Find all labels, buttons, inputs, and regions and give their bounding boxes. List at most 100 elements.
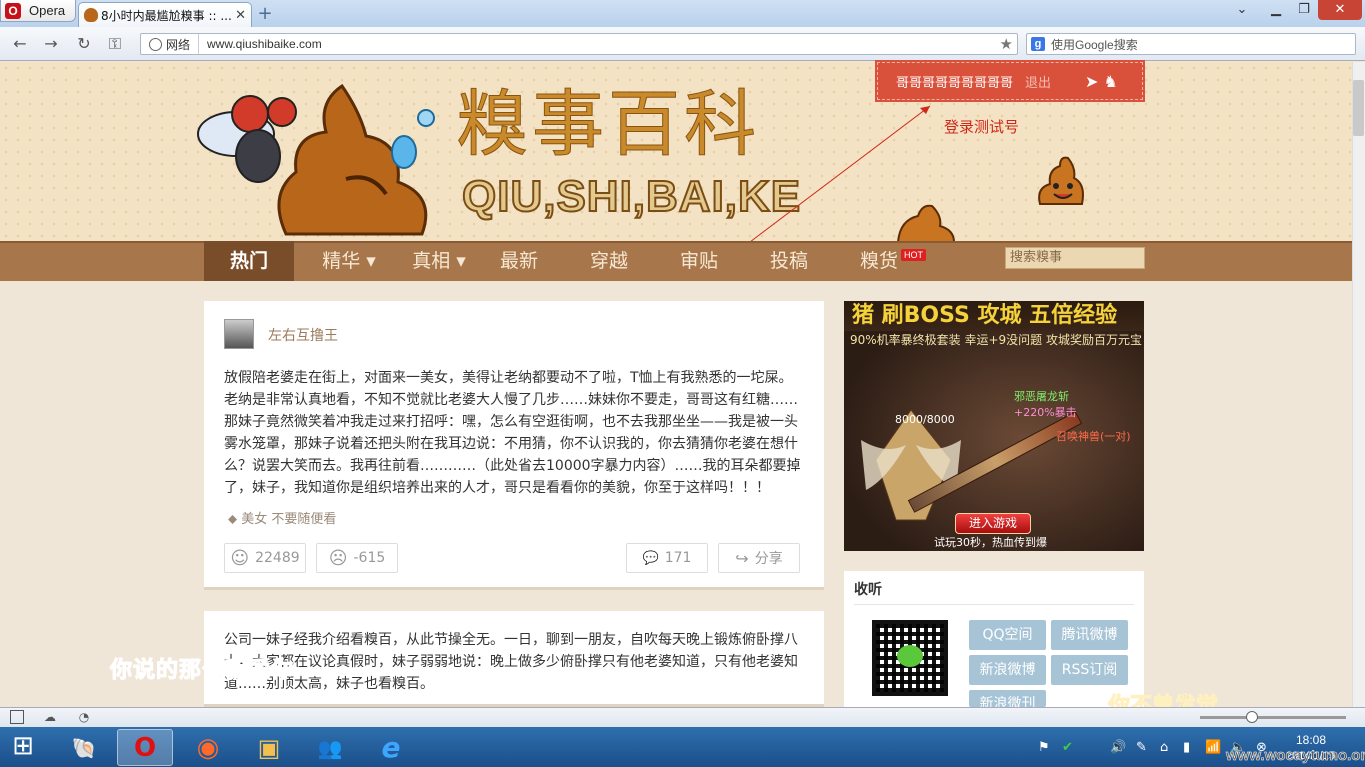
nav-review[interactable]: 审贴 xyxy=(654,241,744,281)
start-button[interactable]: ⊞ xyxy=(8,731,38,761)
ad-hp-text: 8000/8000 xyxy=(895,413,955,426)
logout-link[interactable]: 退出 xyxy=(1025,72,1051,91)
tray-flag-icon[interactable]: ⚑ xyxy=(1038,740,1050,755)
annotation-arrow xyxy=(749,105,931,243)
taskbar-app-explorer[interactable]: ▣ xyxy=(241,729,297,766)
ad-footer: 试玩30秒，热血传到爆 xyxy=(934,536,1047,549)
follow-sina-weibo-button[interactable]: 新浪微博 xyxy=(969,655,1046,685)
bookmark-star-icon[interactable]: ★ xyxy=(1000,35,1013,53)
ad-headline: 猪 刷BOSS 攻城 五倍经验 xyxy=(844,301,1144,331)
tag-list[interactable]: 美女 不要随便看 xyxy=(241,512,336,527)
minimize-button[interactable]: ▁ xyxy=(1262,0,1290,20)
share-button[interactable]: ↪ 分享 xyxy=(718,543,800,573)
divider xyxy=(854,604,1134,605)
comment-icon: 💬 xyxy=(642,550,659,566)
search-placeholder: 使用Google搜索 xyxy=(1051,37,1138,52)
taskbar-app-contacts[interactable]: 👥 xyxy=(302,729,358,766)
small-mascot-icon xyxy=(1038,156,1084,205)
google-icon[interactable]: g xyxy=(1031,37,1045,51)
frown-icon: ☹ xyxy=(328,547,348,569)
tab-title: 8小时内最尴尬糗事 :: ... xyxy=(101,8,232,23)
zoom-slider-knob[interactable] xyxy=(1246,711,1258,723)
security-zone[interactable]: 网络 xyxy=(141,34,200,54)
follow-title: 收听 xyxy=(854,582,882,598)
nav-latest[interactable]: 最新 xyxy=(474,241,564,281)
nav-shop[interactable]: 糗货 xyxy=(834,241,924,281)
avatar[interactable] xyxy=(224,319,254,349)
comment-count: 171 xyxy=(664,550,692,566)
site-search-input[interactable]: 搜索糗事 xyxy=(1005,247,1145,269)
comment-button[interactable]: 💬 171 xyxy=(626,543,708,573)
post-content: 放假陪老婆走在街上，对面来一美女，美得让老纳都要动不了啦，T恤上有我熟悉的一坨屎… xyxy=(224,370,801,496)
new-tab-button[interactable]: + xyxy=(256,5,274,23)
ad-skill-text: +220%暴击 xyxy=(1014,406,1077,419)
username-link[interactable]: 哥哥哥哥哥哥哥哥哥 xyxy=(896,72,1013,91)
author-name[interactable]: 左右互撸王 xyxy=(268,325,338,345)
share-icon: ↪ xyxy=(735,548,749,568)
hot-badge: HOT xyxy=(901,249,926,261)
tray-pen-icon[interactable]: ✎ xyxy=(1136,740,1147,755)
nav-featured[interactable]: 精华 ▾ xyxy=(304,241,394,281)
follow-qzone-button[interactable]: QQ空间 xyxy=(969,620,1046,650)
follow-sina-kan-button[interactable]: 新浪微刊 xyxy=(969,690,1046,707)
upvote-button[interactable]: ☺ 22489 xyxy=(224,543,306,573)
nav-history[interactable]: 穿越 xyxy=(564,241,654,281)
nav-hot[interactable]: 热门 xyxy=(204,241,294,281)
user-panel: 哥哥哥哥哥哥哥哥哥 退出 ➤ ♞ xyxy=(875,60,1145,102)
browser-search-field[interactable]: g 使用Google搜索 xyxy=(1026,33,1356,55)
site-title-cn: 糗事百科 xyxy=(455,82,761,166)
opera-menu-label: Opera xyxy=(29,3,66,18)
tabs-menu-icon[interactable]: ⌄ xyxy=(1232,0,1252,20)
url-text[interactable]: www.qiushibaike.com xyxy=(199,37,322,51)
cloud-icon[interactable]: ☁ xyxy=(43,710,57,724)
zoom-slider[interactable] xyxy=(1200,716,1346,719)
close-window-button[interactable]: ✕ xyxy=(1318,0,1362,20)
address-bar[interactable]: 网络 www.qiushibaike.com ★ xyxy=(140,33,1018,55)
taskbar-app-media[interactable]: ◉ xyxy=(180,729,236,766)
security-zone-label: 网络 xyxy=(166,37,191,52)
taskbar-app-ie[interactable]: e xyxy=(363,729,419,766)
follow-tencent-weibo-button[interactable]: 腾讯微博 xyxy=(1051,620,1128,650)
clock-time[interactable]: 18:08 xyxy=(1296,733,1326,747)
share-label: 分享 xyxy=(754,551,783,567)
ad-skill-text: 召唤神兽(一对) xyxy=(1056,430,1131,443)
user-arrow-icons[interactable]: ➤ ♞ xyxy=(1085,72,1118,91)
scrollbar-thumb[interactable] xyxy=(1353,80,1364,136)
browser-status-bar xyxy=(0,707,1365,727)
post-tags: ⬥ 美女 不要随便看 xyxy=(228,508,336,527)
speed-dial-icon[interactable]: ◔ xyxy=(77,710,91,724)
tag-icon: ⬥ xyxy=(228,512,238,527)
opera-menu-button[interactable]: O Opera xyxy=(0,0,76,22)
tray-shield-icon[interactable]: ✔ xyxy=(1062,740,1073,755)
opera-logo-icon: O xyxy=(5,2,21,19)
browser-tab[interactable]: 8小时内最尴尬糗事 :: ... ✕ xyxy=(78,2,252,27)
tray-home-icon[interactable]: ⌂ xyxy=(1160,740,1168,755)
ad-subline: 90%机率暴终极套装 幸运+9没问题 攻城奖励百万元宝 xyxy=(850,333,1142,347)
panel-toggle-icon[interactable] xyxy=(10,710,24,724)
reload-button[interactable]: ↻ xyxy=(73,33,95,55)
favicon-icon xyxy=(84,8,98,22)
tray-network-icon[interactable]: 📶 xyxy=(1205,740,1221,755)
forward-button[interactable]: → xyxy=(40,33,62,55)
tab-close-icon[interactable]: ✕ xyxy=(235,8,246,23)
mascot-logo-icon xyxy=(197,84,435,236)
tray-volume-icon[interactable]: 🔊 xyxy=(1110,740,1126,755)
annotation-text: 登录测试号 xyxy=(944,118,1020,136)
upvote-count: 22489 xyxy=(255,550,300,566)
back-button[interactable]: ← xyxy=(9,33,31,55)
maximize-button[interactable]: ❐ xyxy=(1290,0,1318,20)
ad-play-button[interactable]: 进入游戏 xyxy=(955,513,1031,534)
downvote-button[interactable]: ☹ -615 xyxy=(316,543,398,573)
ad-skill-text: 邪恶屠龙斩 xyxy=(1014,390,1069,403)
vertical-scrollbar[interactable] xyxy=(1352,62,1365,707)
nav-truth[interactable]: 真相 ▾ xyxy=(394,241,484,281)
nav-submit[interactable]: 投稿 xyxy=(744,241,834,281)
wechat-icon xyxy=(897,645,923,667)
tray-battery-icon[interactable]: ▮ xyxy=(1183,740,1190,755)
taskbar-app-shell[interactable]: 🐚 xyxy=(56,729,112,766)
taskbar-app-opera[interactable]: O xyxy=(117,729,173,766)
video-subtitle-left: 你说的那句我爱你 xyxy=(109,658,295,684)
key-icon[interactable]: ⚿ xyxy=(104,33,126,55)
follow-rss-button[interactable]: RSS订阅 xyxy=(1051,655,1128,685)
smile-icon: ☺ xyxy=(230,547,250,569)
